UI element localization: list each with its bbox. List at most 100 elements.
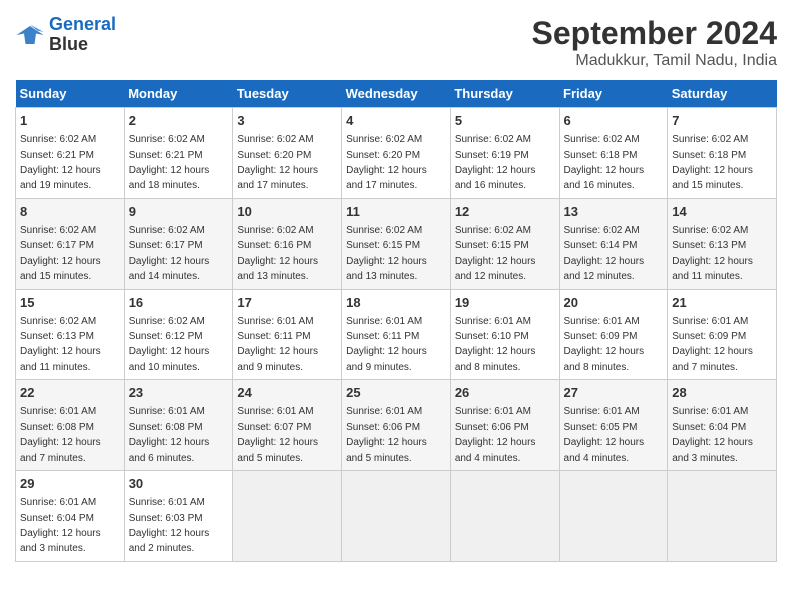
day-cell-30: 30 Sunrise: 6:01 AMSunset: 6:03 PMDaylig… [124, 471, 233, 562]
day-info: Sunrise: 6:02 AMSunset: 6:18 PMDaylight:… [564, 134, 645, 191]
empty-cell-w4-d3 [342, 471, 451, 562]
day-number: 30 [129, 475, 229, 493]
day-number: 2 [129, 112, 229, 130]
calendar-body: 1 Sunrise: 6:02 AMSunset: 6:21 PMDayligh… [16, 108, 777, 562]
week-row-5: 29 Sunrise: 6:01 AMSunset: 6:04 PMDaylig… [16, 471, 777, 562]
day-info: Sunrise: 6:02 AMSunset: 6:21 PMDaylight:… [129, 134, 210, 191]
day-info: Sunrise: 6:02 AMSunset: 6:14 PMDaylight:… [564, 225, 645, 282]
logo-text: GeneralBlue [49, 15, 116, 55]
day-info: Sunrise: 6:02 AMSunset: 6:20 PMDaylight:… [237, 134, 318, 191]
day-cell-13: 13 Sunrise: 6:02 AMSunset: 6:14 PMDaylig… [559, 198, 668, 289]
week-row-2: 8 Sunrise: 6:02 AMSunset: 6:17 PMDayligh… [16, 198, 777, 289]
day-info: Sunrise: 6:02 AMSunset: 6:20 PMDaylight:… [346, 134, 427, 191]
day-info: Sunrise: 6:01 AMSunset: 6:09 PMDaylight:… [564, 316, 645, 373]
day-cell-10: 10 Sunrise: 6:02 AMSunset: 6:16 PMDaylig… [233, 198, 342, 289]
day-number: 14 [672, 203, 772, 221]
day-cell-3: 3 Sunrise: 6:02 AMSunset: 6:20 PMDayligh… [233, 108, 342, 199]
day-cell-23: 23 Sunrise: 6:01 AMSunset: 6:08 PMDaylig… [124, 380, 233, 471]
day-number: 8 [20, 203, 120, 221]
header-saturday: Saturday [668, 80, 777, 108]
day-info: Sunrise: 6:01 AMSunset: 6:08 PMDaylight:… [129, 406, 210, 463]
day-cell-2: 2 Sunrise: 6:02 AMSunset: 6:21 PMDayligh… [124, 108, 233, 199]
day-cell-5: 5 Sunrise: 6:02 AMSunset: 6:19 PMDayligh… [450, 108, 559, 199]
day-cell-4: 4 Sunrise: 6:02 AMSunset: 6:20 PMDayligh… [342, 108, 451, 199]
day-info: Sunrise: 6:01 AMSunset: 6:10 PMDaylight:… [455, 316, 536, 373]
day-number: 28 [672, 384, 772, 402]
day-number: 26 [455, 384, 555, 402]
day-info: Sunrise: 6:01 AMSunset: 6:08 PMDaylight:… [20, 406, 101, 463]
day-number: 9 [129, 203, 229, 221]
day-cell-15: 15 Sunrise: 6:02 AMSunset: 6:13 PMDaylig… [16, 289, 125, 380]
day-cell-1: 1 Sunrise: 6:02 AMSunset: 6:21 PMDayligh… [16, 108, 125, 199]
day-cell-29: 29 Sunrise: 6:01 AMSunset: 6:04 PMDaylig… [16, 471, 125, 562]
calendar-title: September 2024 [532, 15, 777, 52]
day-info: Sunrise: 6:02 AMSunset: 6:12 PMDaylight:… [129, 316, 210, 373]
calendar-header: Sunday Monday Tuesday Wednesday Thursday… [16, 80, 777, 108]
day-cell-21: 21 Sunrise: 6:01 AMSunset: 6:09 PMDaylig… [668, 289, 777, 380]
day-number: 20 [564, 294, 664, 312]
day-number: 21 [672, 294, 772, 312]
header-thursday: Thursday [450, 80, 559, 108]
day-cell-26: 26 Sunrise: 6:01 AMSunset: 6:06 PMDaylig… [450, 380, 559, 471]
day-info: Sunrise: 6:01 AMSunset: 6:11 PMDaylight:… [346, 316, 427, 373]
day-cell-14: 14 Sunrise: 6:02 AMSunset: 6:13 PMDaylig… [668, 198, 777, 289]
page-header: GeneralBlue September 2024 Madukkur, Tam… [15, 15, 777, 70]
day-number: 7 [672, 112, 772, 130]
day-number: 15 [20, 294, 120, 312]
header-sunday: Sunday [16, 80, 125, 108]
day-cell-27: 27 Sunrise: 6:01 AMSunset: 6:05 PMDaylig… [559, 380, 668, 471]
calendar-table: Sunday Monday Tuesday Wednesday Thursday… [15, 80, 777, 562]
day-number: 24 [237, 384, 337, 402]
day-number: 13 [564, 203, 664, 221]
day-number: 25 [346, 384, 446, 402]
day-info: Sunrise: 6:02 AMSunset: 6:13 PMDaylight:… [672, 225, 753, 282]
day-cell-17: 17 Sunrise: 6:01 AMSunset: 6:11 PMDaylig… [233, 289, 342, 380]
day-number: 4 [346, 112, 446, 130]
day-cell-7: 7 Sunrise: 6:02 AMSunset: 6:18 PMDayligh… [668, 108, 777, 199]
week-row-3: 15 Sunrise: 6:02 AMSunset: 6:13 PMDaylig… [16, 289, 777, 380]
empty-cell-w4-d5 [559, 471, 668, 562]
day-cell-19: 19 Sunrise: 6:01 AMSunset: 6:10 PMDaylig… [450, 289, 559, 380]
day-number: 22 [20, 384, 120, 402]
logo: GeneralBlue [15, 15, 116, 55]
day-number: 19 [455, 294, 555, 312]
day-number: 11 [346, 203, 446, 221]
day-cell-8: 8 Sunrise: 6:02 AMSunset: 6:17 PMDayligh… [16, 198, 125, 289]
day-info: Sunrise: 6:01 AMSunset: 6:09 PMDaylight:… [672, 316, 753, 373]
header-wednesday: Wednesday [342, 80, 451, 108]
calendar-subtitle: Madukkur, Tamil Nadu, India [532, 52, 777, 70]
day-number: 5 [455, 112, 555, 130]
day-number: 10 [237, 203, 337, 221]
day-info: Sunrise: 6:01 AMSunset: 6:03 PMDaylight:… [129, 497, 210, 554]
day-number: 16 [129, 294, 229, 312]
day-info: Sunrise: 6:02 AMSunset: 6:17 PMDaylight:… [20, 225, 101, 282]
header-tuesday: Tuesday [233, 80, 342, 108]
header-friday: Friday [559, 80, 668, 108]
day-cell-11: 11 Sunrise: 6:02 AMSunset: 6:15 PMDaylig… [342, 198, 451, 289]
day-info: Sunrise: 6:02 AMSunset: 6:15 PMDaylight:… [455, 225, 536, 282]
day-cell-25: 25 Sunrise: 6:01 AMSunset: 6:06 PMDaylig… [342, 380, 451, 471]
day-info: Sunrise: 6:01 AMSunset: 6:04 PMDaylight:… [672, 406, 753, 463]
day-cell-22: 22 Sunrise: 6:01 AMSunset: 6:08 PMDaylig… [16, 380, 125, 471]
day-number: 29 [20, 475, 120, 493]
day-info: Sunrise: 6:01 AMSunset: 6:11 PMDaylight:… [237, 316, 318, 373]
day-cell-28: 28 Sunrise: 6:01 AMSunset: 6:04 PMDaylig… [668, 380, 777, 471]
day-info: Sunrise: 6:01 AMSunset: 6:04 PMDaylight:… [20, 497, 101, 554]
day-info: Sunrise: 6:01 AMSunset: 6:07 PMDaylight:… [237, 406, 318, 463]
day-cell-24: 24 Sunrise: 6:01 AMSunset: 6:07 PMDaylig… [233, 380, 342, 471]
day-cell-18: 18 Sunrise: 6:01 AMSunset: 6:11 PMDaylig… [342, 289, 451, 380]
week-row-4: 22 Sunrise: 6:01 AMSunset: 6:08 PMDaylig… [16, 380, 777, 471]
title-block: September 2024 Madukkur, Tamil Nadu, Ind… [532, 15, 777, 70]
header-monday: Monday [124, 80, 233, 108]
empty-cell-w4-d4 [450, 471, 559, 562]
week-row-1: 1 Sunrise: 6:02 AMSunset: 6:21 PMDayligh… [16, 108, 777, 199]
empty-cell-w4-d2 [233, 471, 342, 562]
day-number: 18 [346, 294, 446, 312]
day-info: Sunrise: 6:02 AMSunset: 6:16 PMDaylight:… [237, 225, 318, 282]
day-info: Sunrise: 6:02 AMSunset: 6:13 PMDaylight:… [20, 316, 101, 373]
day-info: Sunrise: 6:01 AMSunset: 6:05 PMDaylight:… [564, 406, 645, 463]
day-info: Sunrise: 6:01 AMSunset: 6:06 PMDaylight:… [346, 406, 427, 463]
day-cell-16: 16 Sunrise: 6:02 AMSunset: 6:12 PMDaylig… [124, 289, 233, 380]
day-info: Sunrise: 6:01 AMSunset: 6:06 PMDaylight:… [455, 406, 536, 463]
day-info: Sunrise: 6:02 AMSunset: 6:17 PMDaylight:… [129, 225, 210, 282]
